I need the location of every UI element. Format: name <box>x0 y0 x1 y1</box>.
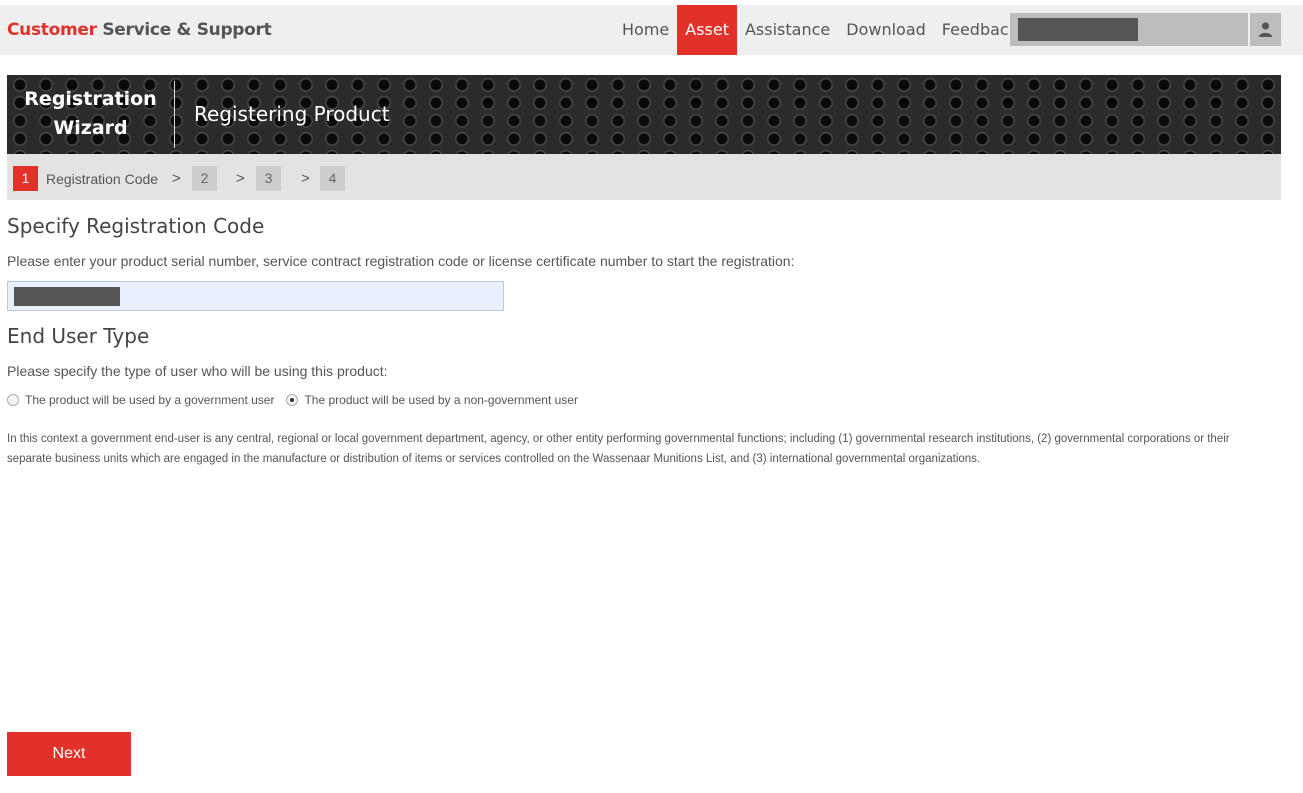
registration-code-heading: Specify Registration Code <box>7 214 265 238</box>
wizard-banner: Registration Wizard Registering Product <box>7 75 1281 154</box>
step-1: 1 <box>13 166 38 191</box>
wizard-title-line1: Registration <box>24 88 157 110</box>
government-user-label[interactable]: The product will be used by a government… <box>25 393 274 407</box>
non-government-user-label[interactable]: The product will be used by a non-govern… <box>304 393 578 407</box>
user-icon <box>1259 22 1272 37</box>
next-button[interactable]: Next <box>7 732 131 776</box>
end-user-instruction: Please specify the type of user who will… <box>7 363 388 379</box>
step-separator: > <box>172 170 181 187</box>
step-2: 2 <box>192 166 217 191</box>
step-separator: > <box>236 170 245 187</box>
brand-text: Service & Support <box>102 20 272 40</box>
account-name-field[interactable] <box>1010 13 1248 46</box>
nav-home[interactable]: Home <box>614 5 677 55</box>
step-separator: > <box>301 170 310 187</box>
wizard-title: Registration Wizard <box>7 85 174 143</box>
top-navigation-bar: Customer Service & Support Home Asset As… <box>0 5 1303 55</box>
step-3: 3 <box>256 166 281 191</box>
government-user-radio[interactable] <box>7 394 19 406</box>
wizard-subtitle: Registering Product <box>194 102 390 126</box>
redacted-registration-code <box>14 287 120 306</box>
user-type-options: The product will be used by a government… <box>7 393 590 407</box>
brand-accent-text: Customer <box>7 20 97 40</box>
registration-code-input[interactable] <box>7 281 504 311</box>
end-user-type-heading: End User Type <box>7 324 150 348</box>
account-button[interactable] <box>1250 13 1281 46</box>
nav-download[interactable]: Download <box>838 5 934 55</box>
step-4: 4 <box>320 166 345 191</box>
main-nav: Home Asset Assistance Download Feedback <box>614 5 1026 55</box>
wizard-steps: 1 Registration Code > 2 > 3 > 4 <box>7 154 1281 200</box>
registration-instruction: Please enter your product serial number,… <box>7 253 795 269</box>
wizard-title-line2: Wizard <box>53 117 128 139</box>
nav-assistance[interactable]: Assistance <box>737 5 838 55</box>
banner-divider <box>174 81 175 148</box>
non-government-user-radio[interactable] <box>286 394 299 406</box>
nav-asset[interactable]: Asset <box>677 5 737 55</box>
site-brand[interactable]: Customer Service & Support <box>7 20 272 40</box>
redacted-account-name <box>1018 18 1138 41</box>
step-1-label: Registration Code <box>46 171 159 187</box>
government-user-definition: In this context a government end-user is… <box>7 433 1230 465</box>
